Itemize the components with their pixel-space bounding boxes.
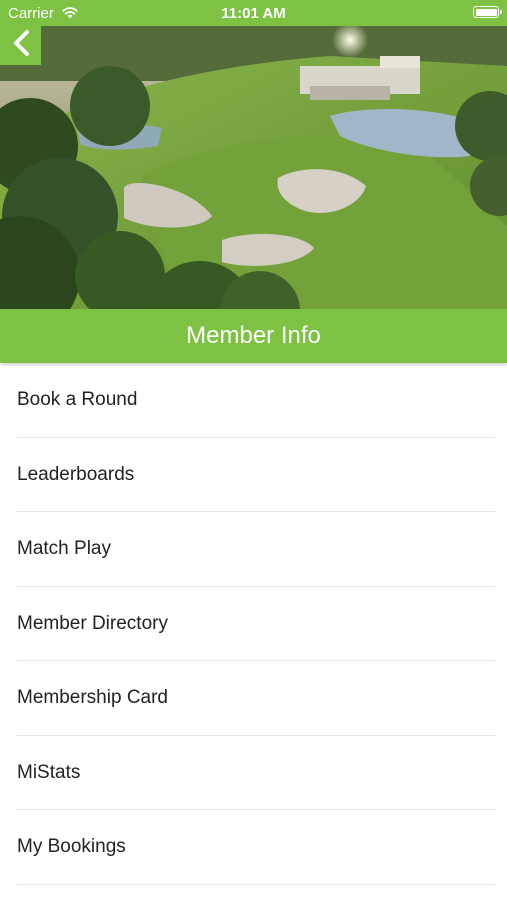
menu-item-book-a-round[interactable]: Book a Round — [0, 363, 507, 438]
menu-item-label: Membership Card — [17, 687, 168, 708]
menu-item-label: MiStats — [17, 761, 81, 783]
menu-item-match-play[interactable]: Match Play — [0, 512, 507, 587]
hero-image — [0, 26, 507, 309]
battery-icon — [473, 6, 502, 18]
menu-item-my-bookings[interactable]: My Bookings — [0, 810, 507, 885]
menu-item-label: Leaderboards — [17, 463, 135, 485]
status-bar: Carrier 11:01 AM — [0, 0, 507, 26]
clock-time: 11:01 AM — [221, 5, 286, 22]
menu-item-leaderboards[interactable]: Leaderboards — [0, 438, 507, 512]
menu-item-membership-card[interactable]: Membership Card — [0, 661, 507, 736]
menu-item-label: Book a Round — [17, 389, 138, 410]
section-header: Member Info — [0, 309, 507, 363]
chevron-left-icon — [10, 29, 32, 62]
menu-item-label: Member Directory — [17, 612, 168, 634]
divider — [17, 883, 495, 885]
menu-item-label: Match Play — [17, 538, 111, 559]
menu-item-member-directory[interactable]: Member Directory — [0, 587, 507, 661]
back-button[interactable] — [0, 26, 41, 65]
member-info-menu: Book a Round Leaderboards Match Play Mem… — [0, 363, 507, 885]
menu-item-label: My Bookings — [17, 836, 126, 857]
page-title: Member Info — [186, 322, 321, 349]
menu-item-mistats[interactable]: MiStats — [0, 736, 507, 810]
